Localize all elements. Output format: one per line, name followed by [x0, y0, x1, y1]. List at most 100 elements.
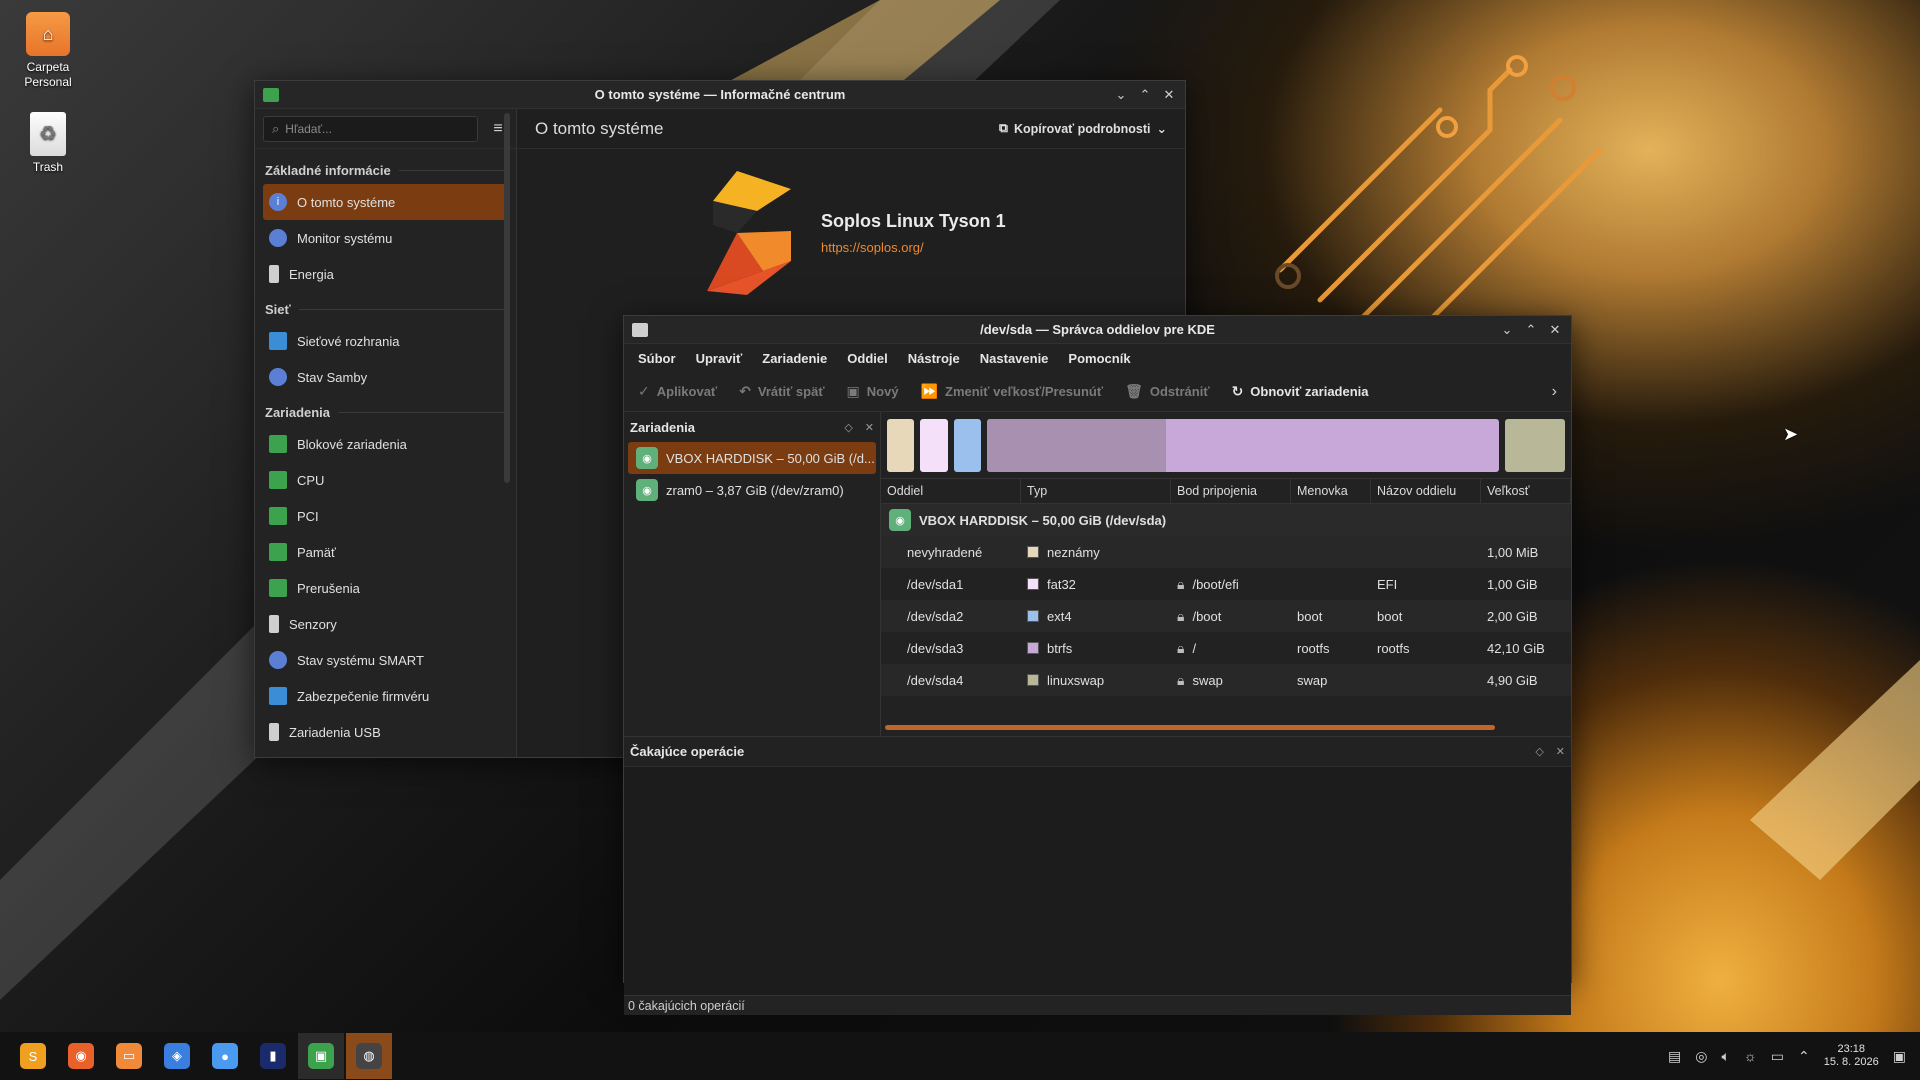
- float-icon[interactable]: ◇: [844, 421, 852, 434]
- taskbar-app[interactable]: ◍: [346, 1033, 392, 1079]
- taskbar-app[interactable]: S: [10, 1033, 56, 1079]
- copy-details-button[interactable]: ⧉ Kopírovať podrobnosti ⌄: [999, 121, 1167, 136]
- sidebar-item[interactable]: PCI: [263, 498, 508, 534]
- menu-item[interactable]: Pomocník: [1058, 351, 1140, 366]
- column-header[interactable]: Bod pripojenia: [1171, 479, 1291, 503]
- partition-segment[interactable]: [887, 419, 915, 472]
- close-icon[interactable]: ✕: [1556, 745, 1565, 758]
- titlebar[interactable]: /dev/sda — Správca oddielov pre KDE ⌄ ⌃ …: [624, 316, 1571, 344]
- sidebar-item[interactable]: Blokové zariadenia: [263, 426, 508, 462]
- horizontal-scrollbar[interactable]: [885, 725, 1495, 730]
- sidebar-item-label: CPU: [297, 472, 325, 488]
- table-row-disk[interactable]: ◉ VBOX HARDDISK – 50,00 GiB (/dev/sda): [881, 504, 1571, 536]
- toolbar-button[interactable]: ✓ Aplikovať: [638, 383, 717, 400]
- display-icon[interactable]: ▭: [1771, 1048, 1784, 1065]
- sidebar-item[interactable]: Zabezpečenie firmvéru: [263, 678, 508, 714]
- device-item[interactable]: ◉ VBOX HARDDISK – 50,00 GiB (/d...: [628, 442, 876, 474]
- chevron-up-icon[interactable]: ⌃: [1798, 1048, 1810, 1065]
- type-label: neznámy: [1047, 544, 1100, 560]
- clipboard-icon[interactable]: ▤: [1668, 1048, 1681, 1065]
- taskbar-app[interactable]: ▭: [106, 1033, 152, 1079]
- close-icon[interactable]: ✕: [1159, 85, 1179, 105]
- pending-panel-title: Čakajúce operácie: [630, 744, 745, 759]
- soplos-logo-icon: [707, 171, 791, 295]
- menu-item[interactable]: Nastavenie: [970, 351, 1059, 366]
- device-item[interactable]: ◉ zram0 – 3,87 GiB (/dev/zram0): [628, 474, 876, 506]
- table-row[interactable]: nevyhradené neznámy 1,00 MiB: [881, 536, 1571, 568]
- desktop-icon-home[interactable]: ⌂ Carpeta Personal: [8, 12, 88, 90]
- taskbar-app[interactable]: ◉: [58, 1033, 104, 1079]
- mount-point: /: [1192, 640, 1197, 656]
- partition-segment[interactable]: [920, 419, 948, 472]
- close-icon[interactable]: ✕: [865, 421, 874, 434]
- mount-point-cell: 🔒︎ /: [1171, 640, 1291, 657]
- taskbar-app[interactable]: ●: [202, 1033, 248, 1079]
- menu-item[interactable]: Súbor: [628, 351, 686, 366]
- sidebar-item[interactable]: Zariadenia USB: [263, 714, 508, 750]
- interrupts-icon: [269, 579, 287, 597]
- menu-item[interactable]: Zariadenie: [752, 351, 837, 366]
- maximize-icon[interactable]: ⌃: [1521, 320, 1541, 340]
- toolbar-button[interactable]: 🗑︎ Odstrániť: [1125, 383, 1209, 400]
- table-row[interactable]: /dev/sda4 linuxswap 🔒︎ swap swap 4,90 GiB: [881, 664, 1571, 696]
- table-row[interactable]: /dev/sda1 fat32 🔒︎ /boot/efi EFI 1,00 GiB: [881, 568, 1571, 600]
- label-cell: swap: [1297, 672, 1328, 688]
- sidebar-item[interactable]: Stav Samby: [263, 359, 508, 395]
- brightness-icon[interactable]: ☼: [1744, 1048, 1757, 1064]
- sidebar-item[interactable]: CPU: [263, 462, 508, 498]
- sidebar-item[interactable]: Sieťové rozhrania: [263, 323, 508, 359]
- partition-manager-window: /dev/sda — Správca oddielov pre KDE ⌄ ⌃ …: [623, 315, 1572, 1015]
- shield-icon: [269, 687, 287, 705]
- taskbar-app[interactable]: ▣: [298, 1033, 344, 1079]
- partition-segment[interactable]: [987, 419, 1500, 472]
- refresh-icon: ↻: [1231, 383, 1244, 399]
- toolbar-button[interactable]: ↶ Vrátiť späť: [739, 383, 824, 400]
- toolbar-button-label: Zmeniť veľkosť/Presunúť: [945, 384, 1104, 399]
- table-row[interactable]: /dev/sda2 ext4 🔒︎ /boot boot boot 2,00 GiB: [881, 600, 1571, 632]
- column-header[interactable]: Veľkosť: [1481, 479, 1571, 503]
- column-header[interactable]: Menovka: [1291, 479, 1371, 503]
- taskbar-app[interactable]: ▮: [250, 1033, 296, 1079]
- cpu-icon: [269, 471, 287, 489]
- show-desktop-icon[interactable]: ▣: [1893, 1048, 1906, 1065]
- taskbar-app[interactable]: ◈: [154, 1033, 200, 1079]
- menu-item[interactable]: Upraviť: [686, 351, 753, 366]
- toggle-icon: ●: [212, 1043, 238, 1069]
- search-field[interactable]: ⌕: [263, 115, 478, 142]
- sidebar-item[interactable]: Prerušenia: [263, 570, 508, 606]
- network-icon[interactable]: ◎: [1695, 1048, 1707, 1065]
- minimize-icon[interactable]: ⌄: [1497, 320, 1517, 340]
- toolbar-button[interactable]: ▣ Nový: [847, 383, 899, 400]
- close-icon[interactable]: ✕: [1545, 320, 1565, 340]
- column-header[interactable]: Oddiel: [881, 479, 1021, 503]
- column-header[interactable]: Typ: [1021, 479, 1171, 503]
- sidebar-item[interactable]: Monitor systému: [263, 220, 508, 256]
- float-icon[interactable]: ◇: [1535, 745, 1543, 758]
- clock-time: 23:18: [1837, 1043, 1865, 1055]
- clock[interactable]: 23:18 15. 8. 2026: [1824, 1043, 1879, 1069]
- distro-link[interactable]: https://soplos.org/: [821, 240, 924, 255]
- search-input[interactable]: [285, 121, 469, 136]
- table-row[interactable]: /dev/sda3 btrfs 🔒︎ / rootfs rootfs 42,10 GiB: [881, 632, 1571, 664]
- maximize-icon[interactable]: ⌃: [1135, 85, 1155, 105]
- sidebar-item[interactable]: Energia: [263, 256, 508, 292]
- mount-point: swap: [1192, 672, 1223, 688]
- partition-segment[interactable]: [953, 419, 982, 472]
- titlebar[interactable]: O tomto systéme — Informačné centrum ⌄ ⌃…: [255, 81, 1185, 109]
- volume-icon[interactable]: 🔈︎: [1721, 1048, 1729, 1065]
- toolbar-button[interactable]: ↻ Obnoviť zariadenia: [1232, 383, 1369, 400]
- column-header[interactable]: Názov oddielu: [1371, 479, 1481, 503]
- toolbar-button[interactable]: ⏩ Zmeniť veľkosť/Presunúť: [921, 383, 1104, 400]
- partition-segment[interactable]: [1505, 419, 1565, 472]
- menu-item[interactable]: Oddiel: [837, 351, 897, 366]
- type-color-swatch: [1027, 642, 1039, 654]
- menu-item[interactable]: Nástroje: [898, 351, 970, 366]
- minimize-icon[interactable]: ⌄: [1111, 85, 1131, 105]
- sidebar-item[interactable]: i O tomto systéme: [263, 184, 508, 220]
- scrollbar[interactable]: [504, 113, 510, 483]
- sidebar-item[interactable]: Stav systému SMART: [263, 642, 508, 678]
- desktop-icon-trash[interactable]: ♻ Trash: [8, 112, 88, 175]
- chevron-right-icon[interactable]: ›: [1552, 383, 1557, 401]
- sidebar-item[interactable]: Pamäť: [263, 534, 508, 570]
- sidebar-item[interactable]: Senzory: [263, 606, 508, 642]
